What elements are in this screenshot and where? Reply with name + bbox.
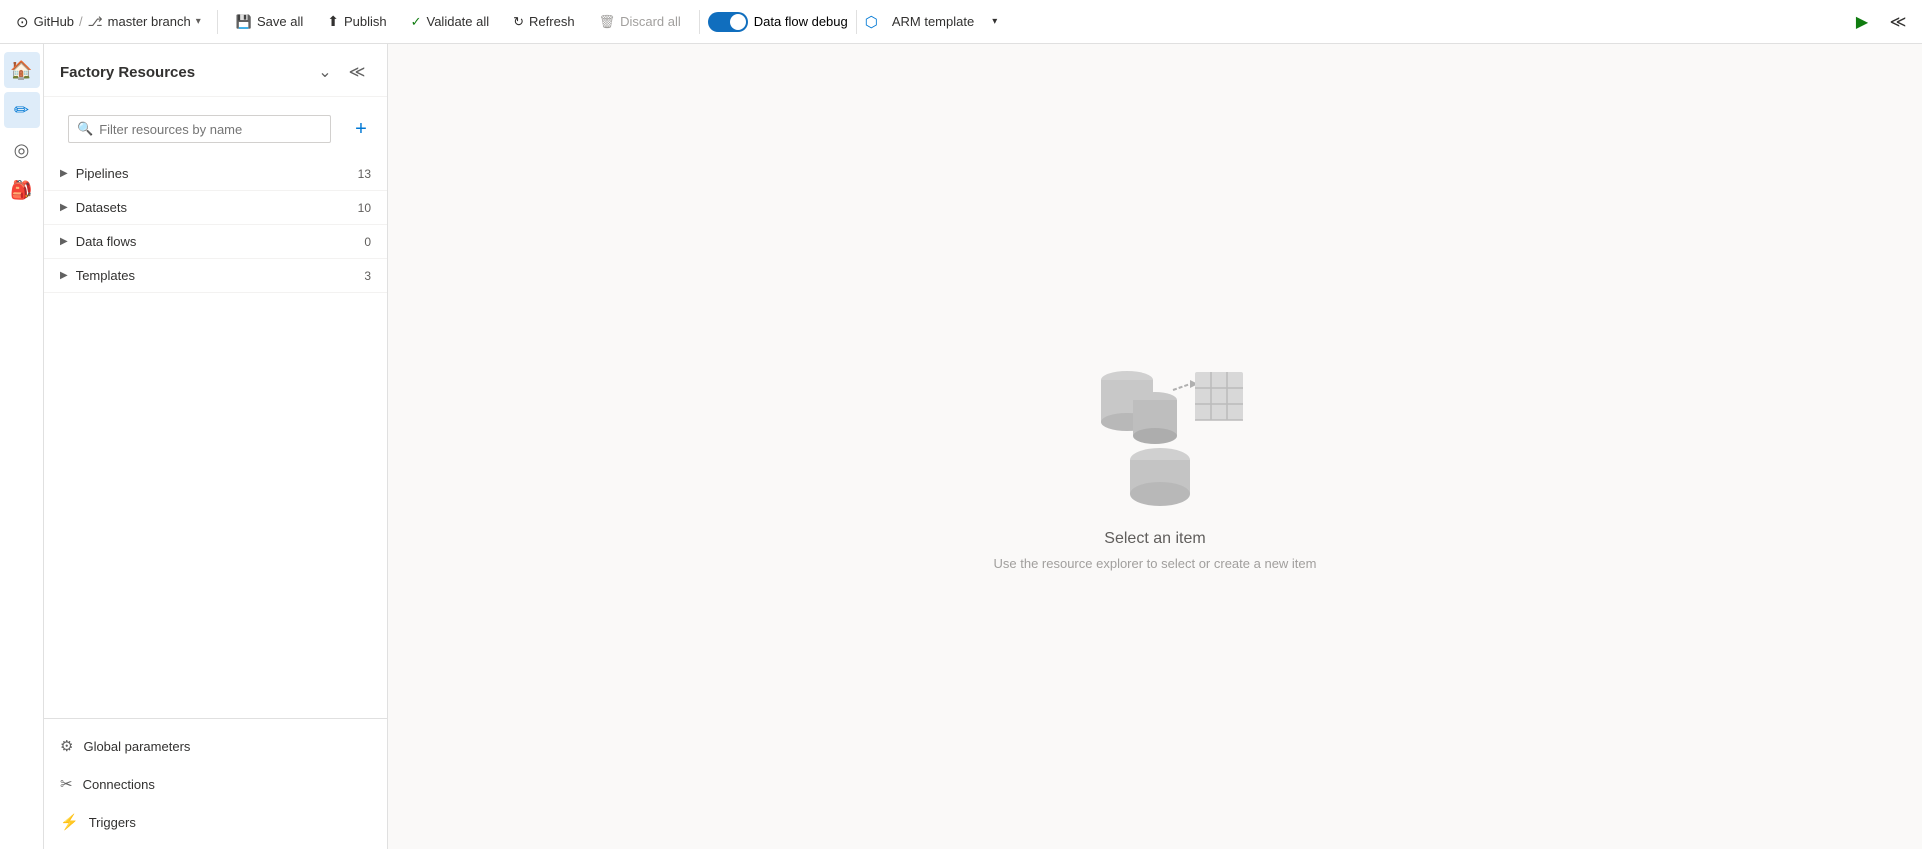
divider-2: [699, 10, 700, 34]
arm-template-label: ARM template: [892, 14, 974, 29]
gear-icon: ⚙: [60, 737, 73, 755]
branch-icon: ⎇: [88, 14, 103, 30]
sidebar-bottom: ⚙ Global parameters ✂ Connections ⚡ Trig…: [44, 718, 387, 849]
triggers-item[interactable]: ⚡ Triggers: [44, 803, 387, 841]
main-layout: 🏠 ✏ ◎ 🎒 Factory Resources ⌄ ≪: [0, 44, 1922, 849]
sidebar-header-actions: ⌄ ≪: [311, 58, 371, 86]
divider-3: [856, 10, 857, 34]
search-area: 🔍 +: [56, 105, 375, 153]
collapse-button[interactable]: ≪: [1882, 6, 1914, 38]
validate-all-button[interactable]: ✓ Validate all: [401, 9, 500, 35]
publish-button[interactable]: ⬆ Publish: [317, 8, 396, 35]
connections-label: Connections: [83, 777, 155, 792]
sidebar-hide-btn[interactable]: ≪: [343, 58, 371, 86]
hide-panel-icon: ≪: [349, 62, 366, 82]
arm-template-dropdown: ⬡ ARM template ▾: [865, 9, 1002, 34]
home-icon: 🏠: [10, 60, 32, 81]
templates-item-left: ▶ Templates: [60, 268, 135, 283]
dataflows-label: Data flows: [76, 234, 137, 249]
arm-icon: ⬡: [865, 13, 878, 31]
topbar-right: ▶ ≪: [1846, 6, 1914, 38]
data-flow-debug-toggle[interactable]: Data flow debug: [708, 12, 848, 32]
search-icon: 🔍: [77, 121, 93, 137]
dataflows-chevron-icon: ▶: [60, 236, 68, 247]
triggers-label: Triggers: [89, 815, 136, 830]
divider-1: [217, 10, 218, 34]
refresh-icon: ↻: [513, 14, 524, 30]
separator-slash: /: [79, 14, 83, 29]
arm-chevron-icon: ▾: [992, 16, 997, 27]
monitor-icon: ◎: [14, 140, 30, 161]
run-button[interactable]: ▶: [1846, 6, 1878, 38]
datasets-item[interactable]: ▶ Datasets 10: [44, 191, 387, 225]
github-icon: ⊙: [16, 13, 29, 31]
chevron-down-icon: ▾: [196, 16, 201, 27]
dataflows-count: 0: [364, 235, 371, 249]
discard-icon: 🗑: [599, 14, 616, 30]
save-all-label: Save all: [257, 14, 303, 29]
nav-strip: 🏠 ✏ ◎ 🎒: [0, 44, 44, 849]
datasets-label: Datasets: [76, 200, 127, 215]
add-resource-button[interactable]: +: [347, 115, 375, 143]
save-icon: 💾: [236, 14, 252, 30]
collapse-icon: ≪: [1890, 12, 1907, 32]
toggle-switch-control[interactable]: [708, 12, 748, 32]
manage-icon: 🎒: [10, 180, 32, 201]
nav-manage[interactable]: 🎒: [4, 172, 40, 208]
templates-count: 3: [364, 269, 371, 283]
discard-all-label: Discard all: [620, 14, 681, 29]
empty-title: Select an item: [1104, 530, 1205, 548]
arm-template-button[interactable]: ARM template: [882, 9, 984, 34]
empty-state: Select an item Use the resource explorer…: [994, 322, 1317, 571]
pencil-icon: ✏: [14, 100, 29, 121]
pipelines-chevron-icon: ▶: [60, 168, 68, 179]
publish-label: Publish: [344, 14, 387, 29]
pipelines-label: Pipelines: [76, 166, 129, 181]
empty-subtitle: Use the resource explorer to select or c…: [994, 556, 1317, 571]
sidebar-header: Factory Resources ⌄ ≪: [44, 44, 387, 97]
refresh-label: Refresh: [529, 14, 575, 29]
refresh-button[interactable]: ↻ Refresh: [503, 9, 584, 35]
empty-illustration: [1055, 322, 1255, 522]
validate-all-label: Validate all: [427, 14, 490, 29]
nav-monitor[interactable]: ◎: [4, 132, 40, 168]
resource-list: ▶ Pipelines 13 ▶ Datasets 10 ▶ Data flow…: [44, 157, 387, 718]
sidebar-title: Factory Resources: [60, 64, 195, 81]
templates-item[interactable]: ▶ Templates 3: [44, 259, 387, 293]
search-input[interactable]: [99, 122, 322, 137]
dataflows-item-left: ▶ Data flows: [60, 234, 136, 249]
collapse-panel-icon: ⌄: [318, 62, 331, 82]
nav-author[interactable]: ✏: [4, 92, 40, 128]
branch-label: master branch: [108, 14, 191, 29]
data-flow-debug-label: Data flow debug: [754, 14, 848, 29]
connections-item[interactable]: ✂ Connections: [44, 765, 387, 803]
check-icon: ✓: [411, 14, 422, 30]
run-icon: ▶: [1856, 12, 1868, 32]
pipelines-item[interactable]: ▶ Pipelines 13: [44, 157, 387, 191]
global-parameters-label: Global parameters: [83, 739, 190, 754]
sidebar: Factory Resources ⌄ ≪ 🔍 + ▶: [44, 44, 388, 849]
arm-template-expand[interactable]: ▾: [988, 11, 1001, 32]
connections-icon: ✂: [60, 775, 73, 793]
pipelines-item-left: ▶ Pipelines: [60, 166, 128, 181]
nav-home[interactable]: 🏠: [4, 52, 40, 88]
lightning-icon: ⚡: [60, 813, 79, 831]
pipelines-count: 13: [358, 167, 371, 181]
save-all-button[interactable]: 💾 Save all: [226, 9, 313, 35]
templates-chevron-icon: ▶: [60, 270, 68, 281]
discard-all-button[interactable]: 🗑 Discard all: [589, 9, 691, 35]
sidebar-collapse-btn[interactable]: ⌄: [311, 58, 339, 86]
templates-label: Templates: [76, 268, 135, 283]
main-content: Select an item Use the resource explorer…: [388, 44, 1922, 849]
github-selector[interactable]: ⊙ GitHub / ⎇ master branch ▾: [8, 8, 209, 36]
dataflows-item[interactable]: ▶ Data flows 0: [44, 225, 387, 259]
github-label: GitHub: [34, 14, 74, 29]
datasets-chevron-icon: ▶: [60, 202, 68, 213]
datasets-count: 10: [358, 201, 371, 215]
global-parameters-item[interactable]: ⚙ Global parameters: [44, 727, 387, 765]
topbar: ⊙ GitHub / ⎇ master branch ▾ 💾 Save all …: [0, 0, 1922, 44]
publish-icon: ⬆: [327, 13, 339, 30]
datasets-item-left: ▶ Datasets: [60, 200, 127, 215]
search-box: 🔍: [68, 115, 331, 143]
